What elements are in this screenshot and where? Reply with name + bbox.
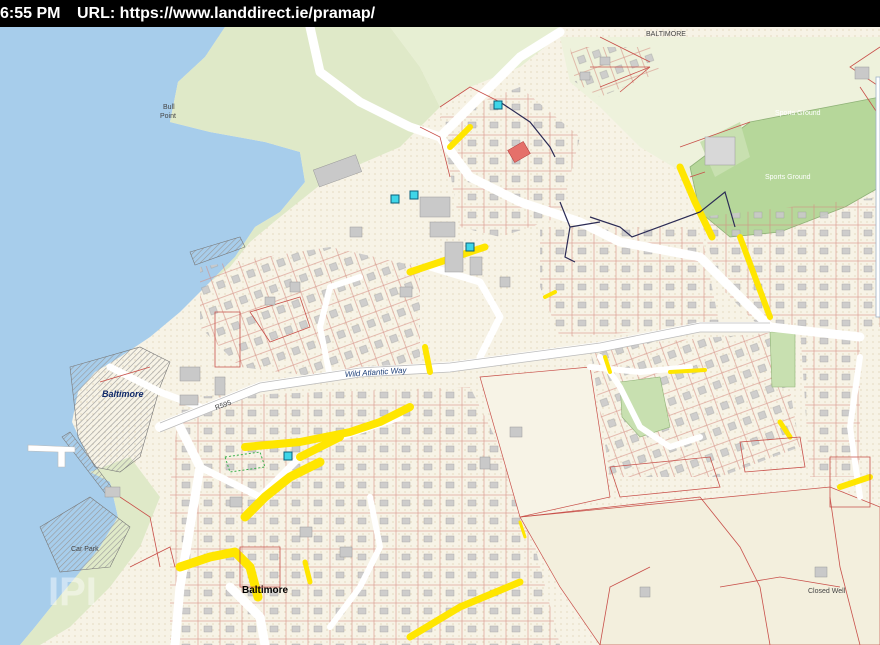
label-baltimore-town: Baltimore bbox=[242, 585, 289, 596]
map-marker[interactable] bbox=[493, 100, 503, 110]
map-canvas[interactable]: BALTIMORE Bull Point Sports Ground Sport… bbox=[0, 27, 880, 645]
label-car-park: Car Park bbox=[71, 546, 99, 553]
side-panel-edge[interactable] bbox=[875, 76, 880, 318]
label-baltimore-top: BALTIMORE bbox=[646, 31, 686, 38]
status-bar: 6:55 PM URL: https://www.landdirect.ie/p… bbox=[0, 0, 880, 27]
clock-time: 6:55 PM bbox=[0, 5, 61, 22]
map-marker[interactable] bbox=[465, 242, 475, 252]
watermark-logo: IPI bbox=[48, 570, 97, 614]
green-pocket-2 bbox=[769, 331, 796, 388]
label-point: Point bbox=[160, 113, 176, 120]
label-baltimore-harbour: Baltimore bbox=[102, 389, 144, 399]
label-bull: Bull bbox=[163, 104, 175, 111]
label-sports-ground-2: Sports Ground bbox=[765, 174, 811, 181]
map-marker[interactable] bbox=[283, 451, 293, 461]
map-marker[interactable] bbox=[390, 194, 400, 204]
map-marker[interactable] bbox=[409, 190, 419, 200]
url-label: URL: bbox=[77, 5, 116, 22]
label-sports-ground-1: Sports Ground bbox=[775, 110, 821, 117]
url-text: https://www.landdirect.ie/pramap/ bbox=[119, 5, 376, 22]
label-closed-well: Closed Well bbox=[808, 588, 846, 595]
url-display: URL: https://www.landdirect.ie/pramap/ bbox=[77, 0, 375, 27]
map-view[interactable]: BALTIMORE Bull Point Sports Ground Sport… bbox=[0, 27, 880, 645]
